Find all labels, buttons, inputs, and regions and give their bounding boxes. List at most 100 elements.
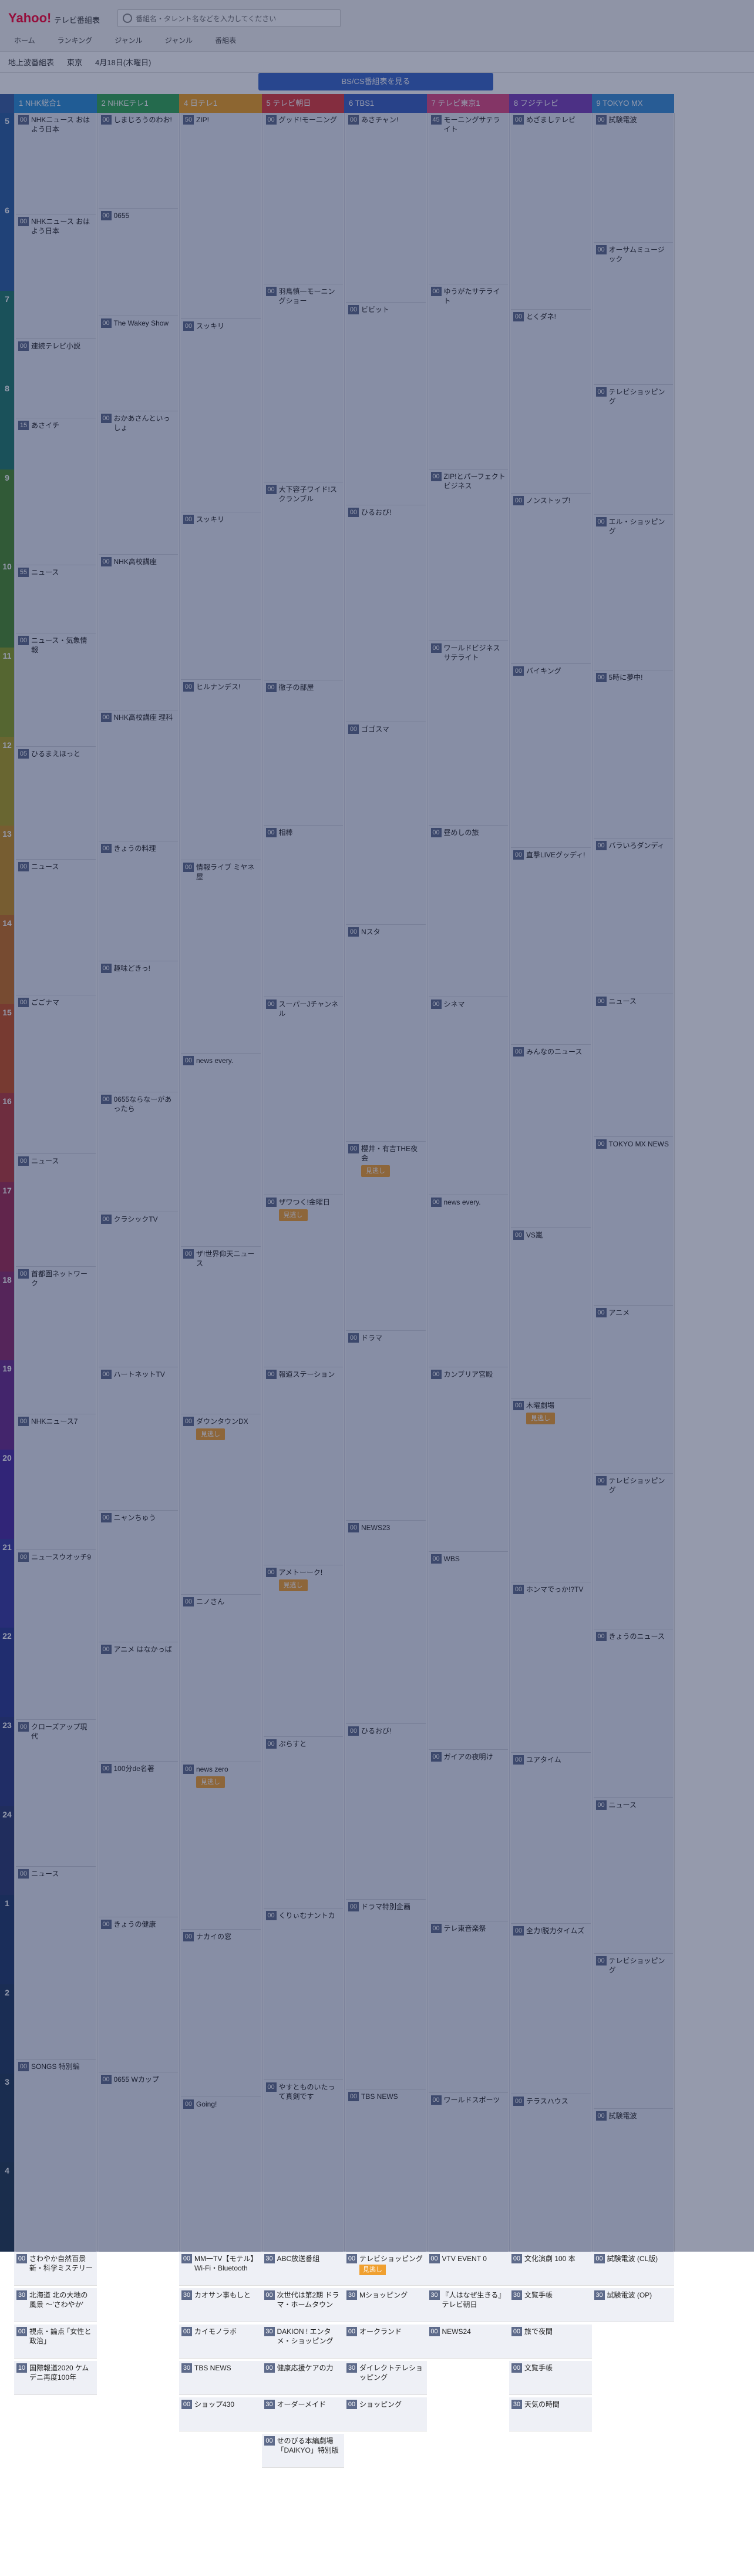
program-cell[interactable]: 00 試験電波 (CL版) bbox=[591, 2252, 674, 2286]
program-cell[interactable]: 00 せのびる本編劇場 「DAIKYO」特別版 bbox=[261, 2434, 344, 2468]
program-cell[interactable]: 00 ニャンちゅう bbox=[98, 1511, 178, 1642]
program-cell[interactable]: 00 あさチャン! bbox=[346, 113, 426, 303]
program-cell[interactable]: 00 テレビショッピング bbox=[593, 1953, 673, 2109]
program-cell[interactable]: 00 アメトーーク! 見逃し bbox=[263, 1565, 343, 1737]
program-cell[interactable]: 00 スッキリ bbox=[181, 512, 261, 680]
program-cell[interactable]: 00 ぷらすと bbox=[263, 1736, 343, 1908]
program-cell[interactable]: 00 ビビット bbox=[346, 302, 426, 506]
program-cell[interactable]: 00 NHK高校講座 bbox=[98, 555, 178, 710]
program-cell[interactable]: 00 ガイアの夜明け bbox=[428, 1750, 508, 1922]
program-cell[interactable]: 00 文覧手帳 bbox=[509, 2361, 592, 2395]
program-cell[interactable]: 00 ワールドビジネスサテライト bbox=[428, 640, 508, 826]
program-cell[interactable]: 00 エル・ショッピング bbox=[593, 514, 673, 670]
program-cell[interactable]: 00 羽鳥慎一モーニングショー bbox=[263, 284, 343, 483]
program-cell[interactable]: 00 ニュースウオッチ9 bbox=[16, 1549, 96, 1720]
program-cell[interactable]: 00 旅で夜間 bbox=[509, 2325, 592, 2359]
program-cell[interactable]: 00 連続テレビ小説 bbox=[16, 339, 96, 418]
catchup-badge[interactable]: 見逃し bbox=[526, 1413, 555, 1425]
program-cell[interactable]: 00 VTV EVENT 0 bbox=[426, 2252, 509, 2286]
program-cell[interactable]: 30 ダイレクトテレショッピング bbox=[344, 2361, 427, 2395]
search-input[interactable] bbox=[136, 13, 335, 25]
channel-2[interactable]: 2 NHKEテレ1 bbox=[96, 94, 179, 113]
program-cell[interactable]: 00 クラシックTV bbox=[98, 1212, 178, 1368]
program-cell[interactable]: 00 スッキリ bbox=[181, 318, 261, 512]
catchup-badge[interactable]: 見逃し bbox=[359, 2265, 386, 2275]
bs-cs-schedule-button[interactable]: BS/CS番組表を見る bbox=[258, 73, 493, 90]
program-cell[interactable]: 00 VS嵐 bbox=[511, 1228, 591, 1399]
program-cell[interactable]: 00 ザワつく!金曜日 見逃し bbox=[263, 1195, 343, 1367]
program-cell[interactable]: 00 ニュース bbox=[16, 860, 96, 996]
program-cell[interactable]: 30 DAKION ! エンタメ・ショッピング bbox=[261, 2325, 344, 2359]
program-cell[interactable]: 00 The Wakey Show bbox=[98, 316, 178, 412]
program-cell[interactable]: 00 健康応援ケアの力 bbox=[261, 2361, 344, 2395]
program-cell[interactable]: 00 くりぃむナントカ bbox=[263, 1908, 343, 2080]
program-cell[interactable]: 00 ひるおび! bbox=[346, 1723, 426, 1900]
catchup-badge[interactable]: 見逃し bbox=[278, 1579, 308, 1591]
program-cell[interactable]: 50 ZIP! bbox=[181, 113, 261, 319]
program-cell[interactable]: 00 ワールドスポーツ bbox=[428, 2093, 508, 2252]
program-cell[interactable]: 00 ニュース bbox=[16, 1153, 96, 1267]
program-cell[interactable]: 00 ニノさん bbox=[181, 1594, 261, 1762]
program-cell[interactable]: 10 国際報道2020 ケムデニ再度100年 bbox=[14, 2361, 97, 2395]
program-cell[interactable]: 00 アニメ bbox=[593, 1305, 673, 1474]
program-cell[interactable]: 00 ホンマでっか!?TV bbox=[511, 1582, 591, 1753]
nav-tab-genre[interactable]: ジャンル bbox=[109, 32, 148, 48]
program-cell[interactable]: 00 きょうのニュース bbox=[593, 1629, 673, 1798]
program-cell[interactable]: 00 ユアタイム bbox=[511, 1753, 591, 1924]
program-cell[interactable]: 00 ゆうがたサテライト bbox=[428, 284, 508, 469]
program-cell[interactable]: 00 ニュース bbox=[593, 994, 673, 1137]
program-cell[interactable]: 00 TOKYO MX NEWS bbox=[593, 1136, 673, 1306]
program-cell[interactable]: 00 ひるおび! bbox=[346, 505, 426, 722]
program-cell[interactable]: 00 テレビショッピング bbox=[593, 1474, 673, 1630]
program-cell[interactable]: 00 news zero 見逃し bbox=[181, 1762, 261, 1930]
program-cell[interactable]: 00 きょうの健康 bbox=[98, 1917, 178, 2072]
program-cell[interactable]: 05 ひるまえほっと bbox=[16, 746, 96, 860]
catchup-badge[interactable]: 見逃し bbox=[361, 1165, 390, 1177]
program-cell[interactable]: 00 オーサムミュージック bbox=[593, 242, 673, 385]
channel-1[interactable]: 1 NHK総合1 bbox=[14, 94, 97, 113]
catchup-badge[interactable]: 見逃し bbox=[278, 1209, 308, 1222]
program-cell[interactable]: 00 とくダネ! bbox=[511, 309, 591, 494]
channel-5[interactable]: 6 TBS1 bbox=[344, 94, 427, 113]
program-cell[interactable]: 00 試験電波 bbox=[593, 2109, 673, 2252]
program-cell[interactable]: 00 首都圏ネットワーク bbox=[16, 1267, 96, 1414]
program-cell[interactable]: 00 5時に夢中! bbox=[593, 670, 673, 839]
channel-3[interactable]: 4 日テレ1 bbox=[179, 94, 262, 113]
search-box[interactable] bbox=[117, 9, 341, 27]
channel-8[interactable]: 9 TOKYO MX bbox=[591, 94, 674, 113]
program-cell[interactable]: 00 さわやか自然百景 新・科学ミステリー bbox=[14, 2252, 97, 2286]
program-cell[interactable]: 00 ショッピング bbox=[344, 2397, 427, 2431]
channel-7[interactable]: 8 フジテレビ bbox=[509, 94, 592, 113]
program-cell[interactable]: 00 news every. bbox=[181, 1053, 261, 1247]
program-cell[interactable]: 00 やすとものいたって真剣です bbox=[263, 2079, 343, 2252]
catchup-badge[interactable]: 見逃し bbox=[196, 1776, 225, 1788]
program-cell[interactable]: 00 バイキング bbox=[511, 663, 591, 848]
program-cell[interactable]: 00 カイモノラボ bbox=[179, 2325, 262, 2359]
program-cell[interactable]: 00 ごごナマ bbox=[16, 995, 96, 1154]
program-cell[interactable]: 00 視点・論点 ｢女性と政治｣ bbox=[14, 2325, 97, 2359]
program-cell[interactable]: 00 ニュース bbox=[593, 1797, 673, 1954]
program-cell[interactable]: 00 バラいろダンディ bbox=[593, 838, 673, 995]
program-cell[interactable]: 00 しまじろうのわお! bbox=[98, 113, 178, 209]
program-cell[interactable]: 30 天気の時間 bbox=[509, 2397, 592, 2431]
program-cell[interactable]: 00 次世代は第2期 ドラマ・ホームタウン bbox=[261, 2288, 344, 2322]
program-cell[interactable]: 00 大下容子ワイド!スクランブル bbox=[263, 482, 343, 681]
program-cell[interactable]: 00 情報ライブ ミヤネ屋 bbox=[181, 860, 261, 1054]
program-cell[interactable]: 30 オーダーメイド bbox=[261, 2397, 344, 2431]
program-cell[interactable]: 30 TBS NEWS bbox=[179, 2361, 262, 2395]
program-cell[interactable]: 00 みんなのニュース bbox=[511, 1044, 591, 1229]
program-cell[interactable]: 00 ナカイの窓 bbox=[181, 1929, 261, 2097]
program-cell[interactable]: 00 相棒 bbox=[263, 826, 343, 998]
program-cell[interactable]: 00 全力!脱力タイムズ bbox=[511, 1923, 591, 2094]
program-cell[interactable]: 00 オークランド bbox=[344, 2325, 427, 2359]
program-cell[interactable]: 00 NHK高校講座 理科 bbox=[98, 710, 178, 842]
program-cell[interactable]: 00 MM一TV【モテル】 Wi-Fi・Bluetooth bbox=[179, 2252, 262, 2286]
program-cell[interactable]: 00 TBS NEWS bbox=[346, 2089, 426, 2252]
program-cell[interactable]: 00 ダウンタウンDX 見逃し bbox=[181, 1414, 261, 1595]
program-cell[interactable]: 30 北海道 北の大地の風景 ～'さわやか' bbox=[14, 2288, 97, 2322]
channel-4[interactable]: 5 テレビ朝日 bbox=[261, 94, 344, 113]
program-cell[interactable]: 00 0655 bbox=[98, 208, 178, 316]
program-cell[interactable]: 00 徹子の部屋 bbox=[263, 680, 343, 826]
program-cell[interactable]: 00 ZIP!とパーフェクトビジネス bbox=[428, 469, 508, 641]
program-cell[interactable]: 00 テレ東音楽祭 bbox=[428, 1921, 508, 2094]
